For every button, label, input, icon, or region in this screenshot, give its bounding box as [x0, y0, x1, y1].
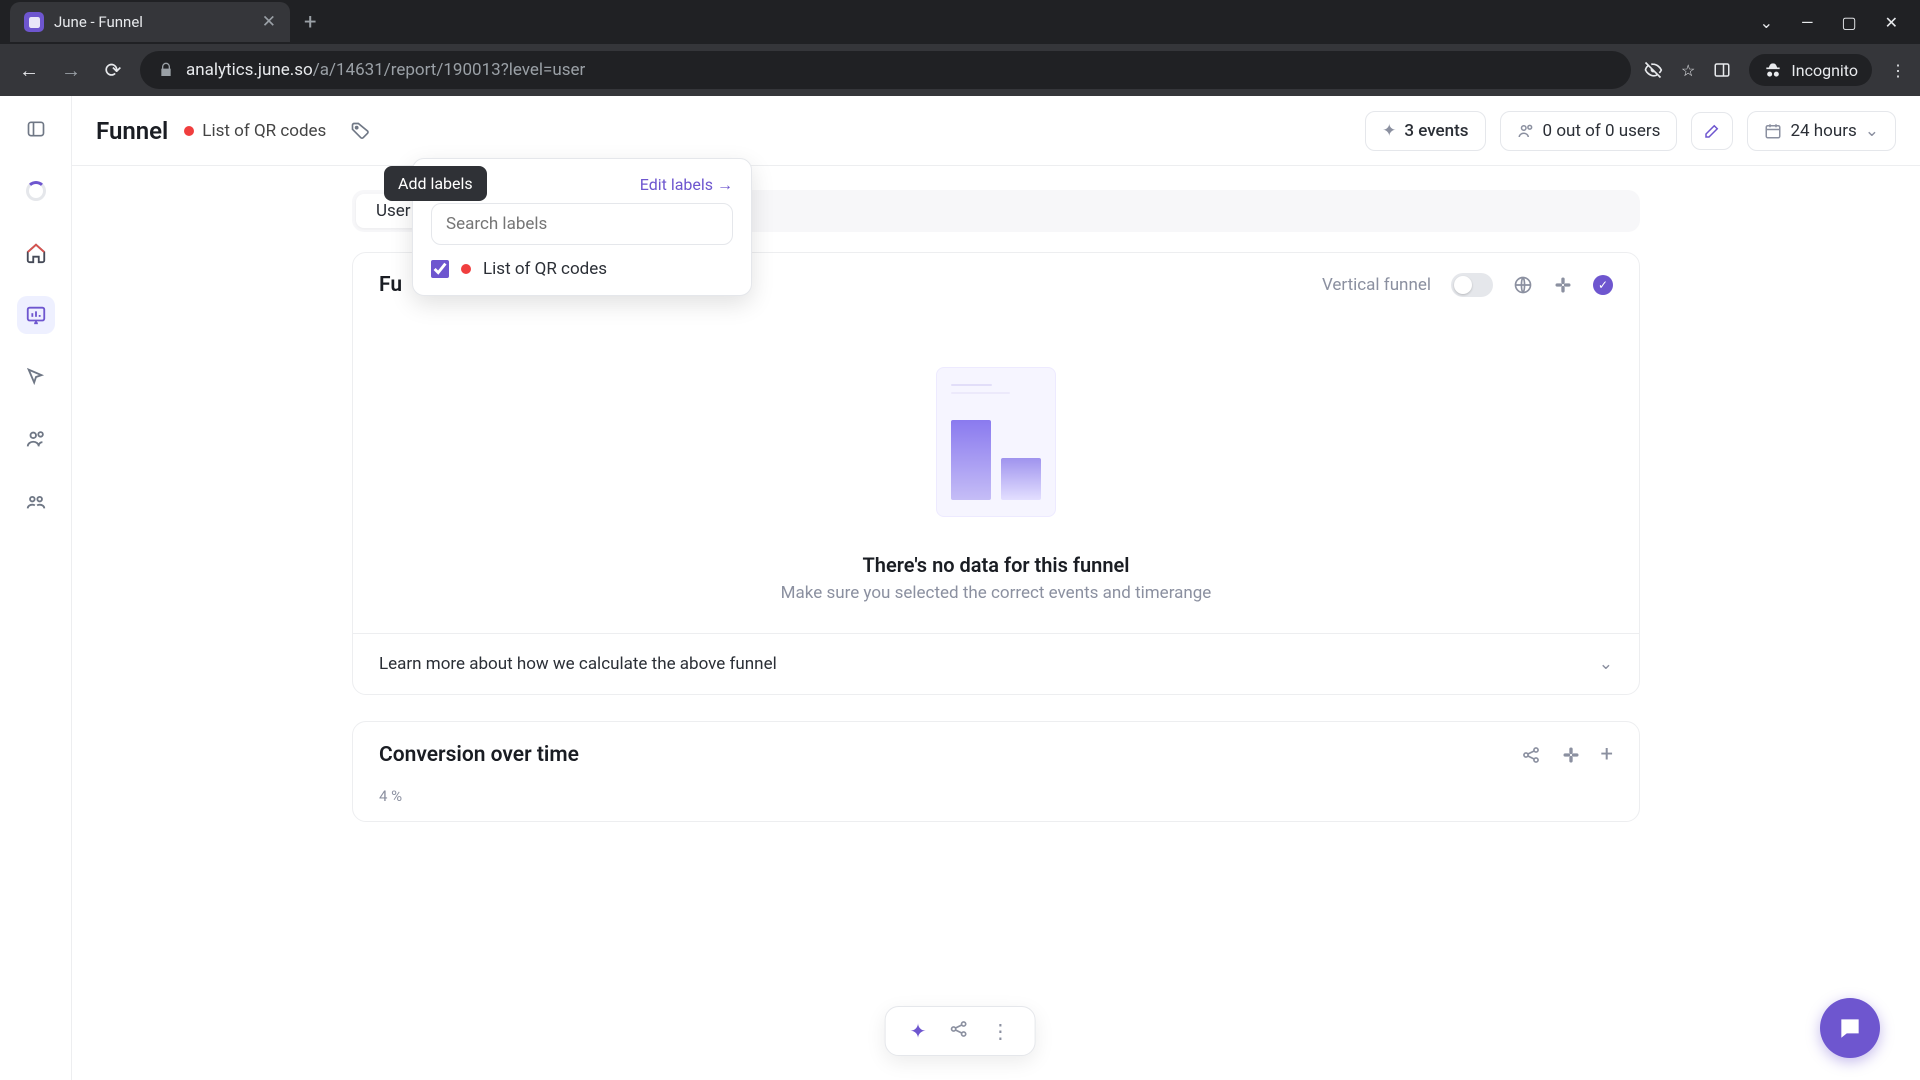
collapse-sidebar-icon[interactable] [17, 110, 55, 148]
loading-spinner-icon [17, 172, 55, 210]
chevron-down-icon: ⌄ [1599, 654, 1613, 674]
events-pill[interactable]: ✦ 3 events [1365, 111, 1485, 151]
profile-label: Incognito [1791, 61, 1858, 80]
empty-title: There's no data for this funnel [863, 553, 1130, 577]
applied-label-text: List of QR codes [202, 121, 326, 141]
lock-icon [158, 62, 174, 78]
funnel-panel-title: Fu [379, 273, 402, 297]
window-minimize-icon[interactable]: — [1801, 13, 1814, 32]
labels-search-input[interactable] [431, 203, 733, 245]
learn-more-text: Learn more about how we calculate the ab… [379, 654, 777, 674]
tabs-dropdown-icon[interactable]: ⌄ [1760, 13, 1773, 32]
time-range-value: 24 hours [1790, 121, 1856, 141]
slack-icon[interactable] [1553, 275, 1573, 295]
browser-tab-bar: June - Funnel ✕ + ⌄ — ▢ ✕ [0, 0, 1920, 44]
incognito-icon [1763, 60, 1783, 80]
browser-menu-icon[interactable]: ⋮ [1890, 61, 1906, 80]
funnel-panel: Fu Vertical funnel ✓ [352, 252, 1640, 695]
nav-back-icon[interactable]: ← [14, 58, 44, 83]
slack-icon[interactable] [1561, 745, 1581, 765]
label-color-dot-icon [461, 264, 471, 274]
report-topbar: Funnel List of QR codes ✦ 3 events 0 out… [72, 96, 1920, 166]
time-range-pill[interactable]: 24 hours ⌄ [1747, 111, 1896, 151]
label-color-dot-icon [184, 126, 194, 136]
tab-close-icon[interactable]: ✕ [262, 12, 276, 32]
conversion-panel: Conversion over time + 4 % [352, 721, 1640, 822]
funnel-empty-state: There's no data for this funnel Make sur… [353, 317, 1639, 633]
conversion-pct-label: 4 % [353, 787, 1639, 821]
events-count: 3 events [1404, 121, 1468, 141]
applied-label-chip[interactable]: List of QR codes [184, 121, 326, 141]
new-tab-button[interactable]: + [304, 10, 316, 35]
users-pill[interactable]: 0 out of 0 users [1500, 111, 1678, 151]
users-count: 0 out of 0 users [1543, 121, 1661, 141]
url-text: analytics.june.so/a/14631/report/190013?… [186, 60, 585, 80]
floating-action-bar: ✦ ⋮ [885, 1006, 1036, 1056]
profile-pill[interactable]: Incognito [1749, 54, 1872, 86]
app-sidebar [0, 96, 72, 1080]
eye-off-icon[interactable] [1643, 60, 1663, 80]
intercom-launcher[interactable] [1820, 998, 1880, 1058]
empty-illustration-icon [936, 367, 1056, 517]
status-check-icon[interactable]: ✓ [1593, 275, 1613, 295]
sparkle-icon: ✦ [1382, 121, 1396, 141]
label-option-text: List of QR codes [483, 259, 607, 279]
bookmark-star-icon[interactable]: ☆ [1681, 61, 1695, 80]
label-option-row[interactable]: List of QR codes [431, 259, 733, 279]
add-labels-tooltip: Add labels [384, 166, 487, 201]
chevron-down-icon: ⌄ [1865, 121, 1879, 141]
tab-title: June - Funnel [54, 13, 252, 31]
vertical-funnel-toggle[interactable] [1451, 273, 1493, 297]
users-icon [1517, 122, 1535, 140]
nav-reload-icon[interactable]: ⟳ [98, 58, 128, 82]
ai-sparkle-icon[interactable]: ✦ [910, 1019, 927, 1043]
tab-favicon-icon [24, 12, 44, 32]
share-icon[interactable] [1521, 745, 1541, 765]
address-bar: ← → ⟳ analytics.june.so/a/14631/report/1… [0, 44, 1920, 96]
window-controls: ⌄ — ▢ ✕ [1760, 13, 1920, 32]
share-icon[interactable] [948, 1019, 968, 1043]
globe-icon[interactable] [1513, 275, 1533, 295]
url-box[interactable]: analytics.june.so/a/14631/report/190013?… [140, 51, 1631, 89]
learn-more-row[interactable]: Learn more about how we calculate the ab… [353, 633, 1639, 694]
nav-forward-icon[interactable]: → [56, 58, 86, 83]
nav-home-icon[interactable] [17, 234, 55, 272]
edit-report-button[interactable] [1691, 112, 1733, 150]
report-type-title: Funnel [96, 117, 168, 145]
add-labels-button[interactable] [342, 113, 378, 149]
nav-events-icon[interactable] [17, 358, 55, 396]
label-checkbox[interactable] [431, 260, 449, 278]
nav-reports-icon[interactable] [17, 296, 55, 334]
window-close-icon[interactable]: ✕ [1885, 13, 1898, 32]
side-panel-icon[interactable] [1713, 61, 1731, 79]
more-menu-icon[interactable]: ⋮ [990, 1019, 1010, 1043]
add-icon[interactable]: + [1601, 742, 1613, 767]
nav-companies-icon[interactable] [17, 482, 55, 520]
empty-subtitle: Make sure you selected the correct event… [781, 583, 1212, 603]
vertical-funnel-label: Vertical funnel [1322, 275, 1431, 295]
conversion-panel-title: Conversion over time [379, 743, 579, 767]
nav-users-icon[interactable] [17, 420, 55, 458]
window-maximize-icon[interactable]: ▢ [1841, 13, 1856, 32]
browser-tab[interactable]: June - Funnel ✕ [10, 2, 290, 42]
calendar-icon [1764, 122, 1782, 140]
